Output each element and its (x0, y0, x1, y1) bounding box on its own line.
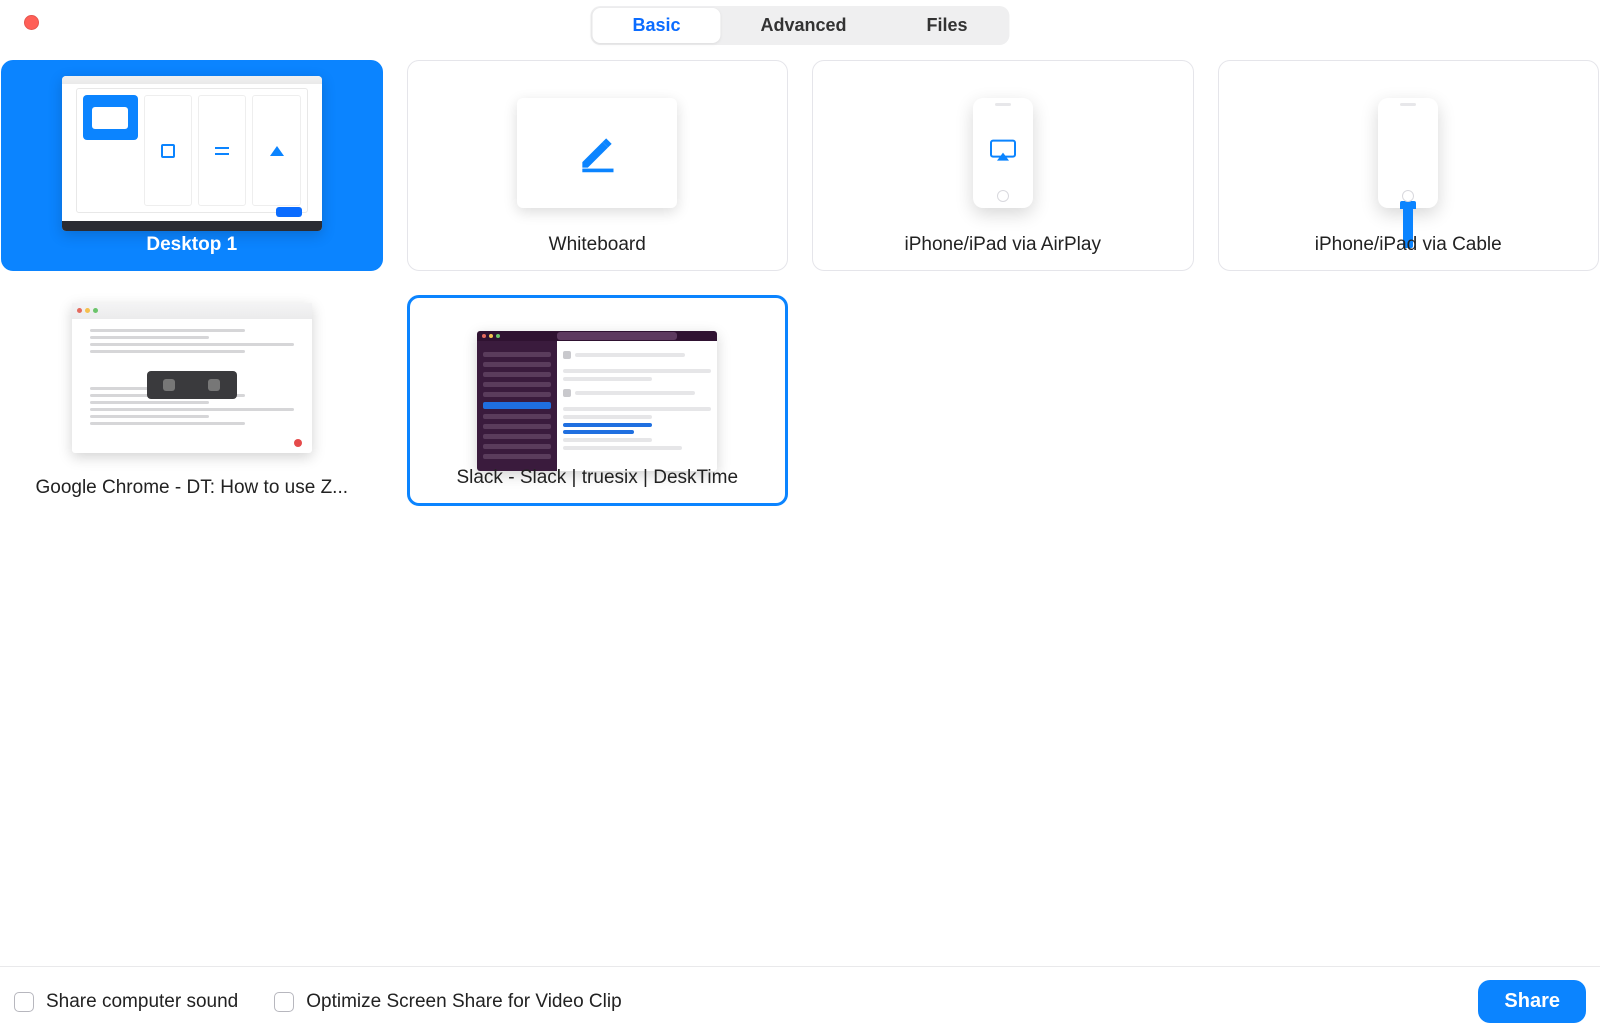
share-button[interactable]: Share (1478, 980, 1586, 1023)
checkbox-label: Optimize Screen Share for Video Clip (306, 991, 621, 1013)
checkbox-box (274, 992, 294, 1012)
chrome-window-thumbnail (72, 303, 312, 453)
share-option-label: Google Chrome - DT: How to use Z... (2, 477, 382, 499)
tab-files[interactable]: Files (887, 8, 1008, 43)
share-option-label: Whiteboard (408, 234, 788, 256)
pencil-icon (574, 131, 620, 175)
share-option-iphone-cable[interactable]: iPhone/iPad via Cable (1218, 60, 1600, 271)
share-mode-tabs: Basic Advanced Files (590, 6, 1009, 45)
checkbox-label: Share computer sound (46, 991, 238, 1013)
share-option-slack-window[interactable]: Slack - Slack | truesix | DeskTime (407, 295, 789, 506)
tab-advanced[interactable]: Advanced (720, 8, 886, 43)
share-options-grid: Desktop 1 Whiteboard iPhone/iPad via Air… (1, 60, 1599, 506)
airplay-icon (989, 138, 1017, 162)
share-option-label: iPhone/iPad via Cable (1219, 234, 1599, 256)
optimize-video-checkbox[interactable]: Optimize Screen Share for Video Clip (274, 991, 621, 1013)
tab-basic[interactable]: Basic (592, 8, 720, 43)
desktop-1-thumbnail (62, 76, 322, 231)
whiteboard-thumbnail (517, 98, 677, 208)
iphone-airplay-thumbnail (973, 98, 1033, 208)
share-sound-checkbox[interactable]: Share computer sound (14, 991, 238, 1013)
bottom-bar: Share computer sound Optimize Screen Sha… (0, 966, 1600, 1036)
share-option-iphone-airplay[interactable]: iPhone/iPad via AirPlay (812, 60, 1194, 271)
checkbox-box (14, 992, 34, 1012)
iphone-cable-thumbnail (1378, 98, 1438, 208)
share-option-desktop-1[interactable]: Desktop 1 (1, 60, 383, 271)
close-window-button[interactable] (24, 15, 39, 30)
slack-window-thumbnail (477, 331, 717, 471)
share-option-label: iPhone/iPad via AirPlay (813, 234, 1193, 256)
share-option-label: Slack - Slack | truesix | DeskTime (410, 467, 786, 489)
share-option-chrome-window[interactable]: Google Chrome - DT: How to use Z... (1, 295, 383, 506)
share-option-label: Desktop 1 (2, 234, 382, 256)
share-option-whiteboard[interactable]: Whiteboard (407, 60, 789, 271)
